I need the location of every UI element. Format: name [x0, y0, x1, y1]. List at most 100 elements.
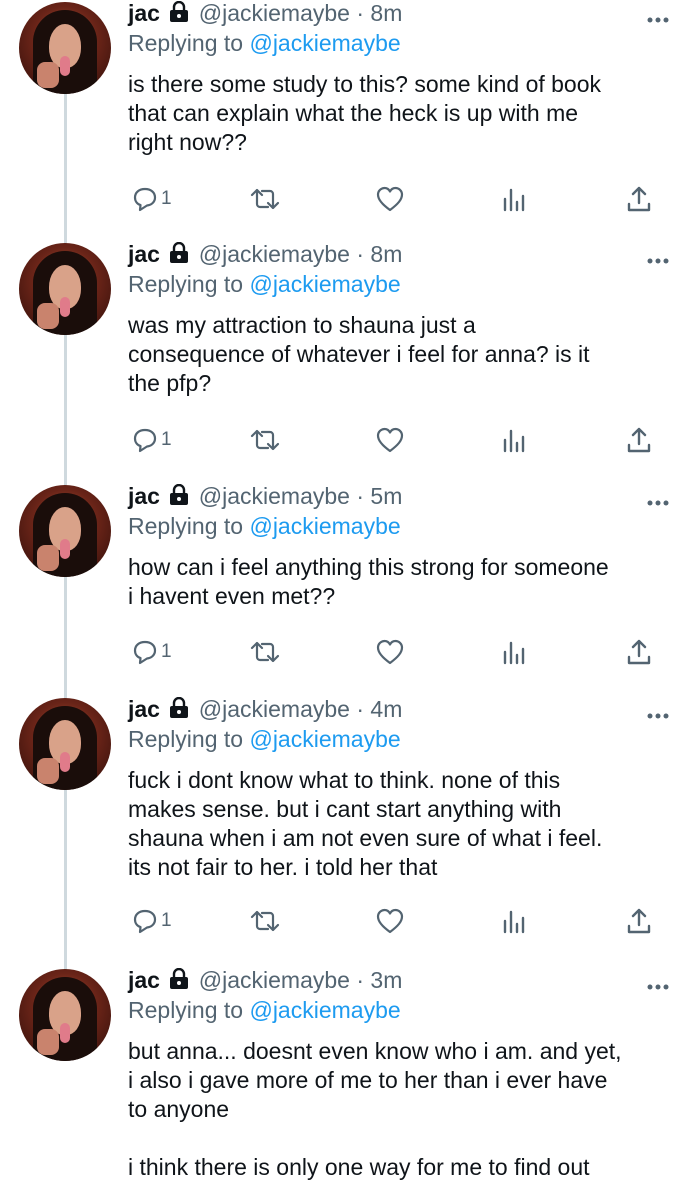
like-icon — [376, 639, 404, 665]
share-button[interactable] — [626, 425, 652, 455]
tweet-text: is there some study to this? some kind o… — [128, 71, 602, 155]
tweet-header: jac @jackiemaybe · 3m — [128, 967, 697, 999]
avatar[interactable] — [19, 243, 111, 335]
replying-to-link[interactable]: @jackiemaybe — [249, 30, 400, 56]
retweet-button[interactable] — [248, 425, 282, 455]
reply-button[interactable]: 1 — [132, 906, 172, 936]
retweet-button[interactable] — [248, 906, 282, 936]
lock-icon — [169, 967, 189, 996]
replying-to-link[interactable]: @jackiemaybe — [249, 726, 400, 752]
separator-dot: · — [356, 241, 365, 267]
views-button[interactable] — [502, 906, 526, 936]
views-icon — [502, 639, 526, 665]
reply-button[interactable]: 1 — [132, 637, 172, 667]
like-icon — [376, 186, 404, 212]
replying-to-prefix: Replying to — [128, 726, 250, 752]
views-button[interactable] — [502, 184, 526, 214]
display-name[interactable]: jac — [128, 483, 160, 509]
replying-to-link[interactable]: @jackiemaybe — [249, 997, 400, 1023]
avatar[interactable] — [19, 698, 111, 790]
display-name[interactable]: jac — [128, 696, 160, 722]
reply-icon — [132, 908, 158, 934]
reply-icon — [132, 639, 158, 665]
replying-to: Replying to @jackiemaybe — [128, 726, 401, 753]
tweet-header: jac @jackiemaybe · 5m — [128, 483, 697, 515]
tweet-header: jac @jackiemaybe · 4m — [128, 696, 697, 728]
views-icon — [502, 908, 526, 934]
tweet-actions: 1 — [0, 184, 697, 220]
replying-to: Replying to @jackiemaybe — [128, 271, 401, 298]
more-icon[interactable] — [647, 10, 669, 23]
replying-to-prefix: Replying to — [128, 997, 250, 1023]
replying-to-link[interactable]: @jackiemaybe — [249, 271, 400, 297]
timestamp[interactable]: 5m — [370, 483, 402, 509]
separator-dot: · — [356, 696, 365, 722]
more-icon[interactable] — [647, 251, 669, 264]
views-button[interactable] — [502, 637, 526, 667]
timestamp[interactable]: 4m — [370, 696, 402, 722]
tweet-header: jac @jackiemaybe · 8m — [128, 0, 697, 32]
retweet-button[interactable] — [248, 637, 282, 667]
like-button[interactable] — [376, 184, 404, 214]
reply-button[interactable]: 1 — [132, 184, 172, 214]
separator-dot: · — [356, 0, 365, 26]
share-icon — [626, 426, 652, 454]
retweet-icon — [248, 639, 282, 665]
retweet-icon — [248, 427, 282, 453]
tweet-actions: 1 — [0, 637, 697, 673]
views-button[interactable] — [502, 425, 526, 455]
share-button[interactable] — [626, 184, 652, 214]
like-button[interactable] — [376, 906, 404, 936]
timestamp[interactable]: 3m — [370, 967, 402, 993]
handle[interactable]: @jackiemaybe — [199, 241, 350, 267]
share-icon — [626, 638, 652, 666]
lock-icon — [169, 483, 189, 512]
more-icon[interactable] — [647, 493, 669, 506]
like-button[interactable] — [376, 425, 404, 455]
share-button[interactable] — [626, 637, 652, 667]
reply-button[interactable]: 1 — [132, 425, 172, 455]
like-icon — [376, 908, 404, 934]
more-icon[interactable] — [647, 977, 669, 990]
like-icon — [376, 427, 404, 453]
avatar[interactable] — [19, 969, 111, 1061]
tweet-text: fuck i dont know what to think. none of … — [128, 767, 603, 880]
handle[interactable]: @jackiemaybe — [199, 483, 350, 509]
reply-count: 1 — [161, 429, 172, 450]
tweet-text: was my attraction to shauna just a conse… — [128, 312, 590, 396]
more-icon[interactable] — [647, 706, 669, 719]
lock-icon — [169, 241, 189, 270]
replying-to: Replying to @jackiemaybe — [128, 997, 401, 1024]
display-name[interactable]: jac — [128, 241, 160, 267]
reply-count: 1 — [161, 910, 172, 931]
tweet-actions: 1 — [0, 425, 697, 461]
timestamp[interactable]: 8m — [370, 241, 402, 267]
replying-to-prefix: Replying to — [128, 271, 250, 297]
replying-to: Replying to @jackiemaybe — [128, 30, 401, 57]
replying-to-prefix: Replying to — [128, 513, 250, 539]
retweet-icon — [248, 186, 282, 212]
reply-icon — [132, 186, 158, 212]
retweet-button[interactable] — [248, 184, 282, 214]
avatar[interactable] — [19, 2, 111, 94]
tweet-actions: 1 — [0, 906, 697, 942]
reply-icon — [132, 427, 158, 453]
share-button[interactable] — [626, 906, 652, 936]
replying-to-link[interactable]: @jackiemaybe — [249, 513, 400, 539]
timestamp[interactable]: 8m — [370, 0, 402, 26]
display-name[interactable]: jac — [128, 967, 160, 993]
lock-icon — [169, 696, 189, 725]
like-button[interactable] — [376, 637, 404, 667]
tweet-text: how can i feel anything this strong for … — [128, 554, 609, 609]
display-name[interactable]: jac — [128, 0, 160, 26]
views-icon — [502, 427, 526, 453]
replying-to: Replying to @jackiemaybe — [128, 513, 401, 540]
lock-icon — [169, 0, 189, 29]
handle[interactable]: @jackiemaybe — [199, 0, 350, 26]
reply-count: 1 — [161, 641, 172, 662]
avatar[interactable] — [19, 485, 111, 577]
tweet-text: but anna... doesnt even know who i am. a… — [128, 1038, 622, 1180]
handle[interactable]: @jackiemaybe — [199, 967, 350, 993]
share-icon — [626, 185, 652, 213]
handle[interactable]: @jackiemaybe — [199, 696, 350, 722]
